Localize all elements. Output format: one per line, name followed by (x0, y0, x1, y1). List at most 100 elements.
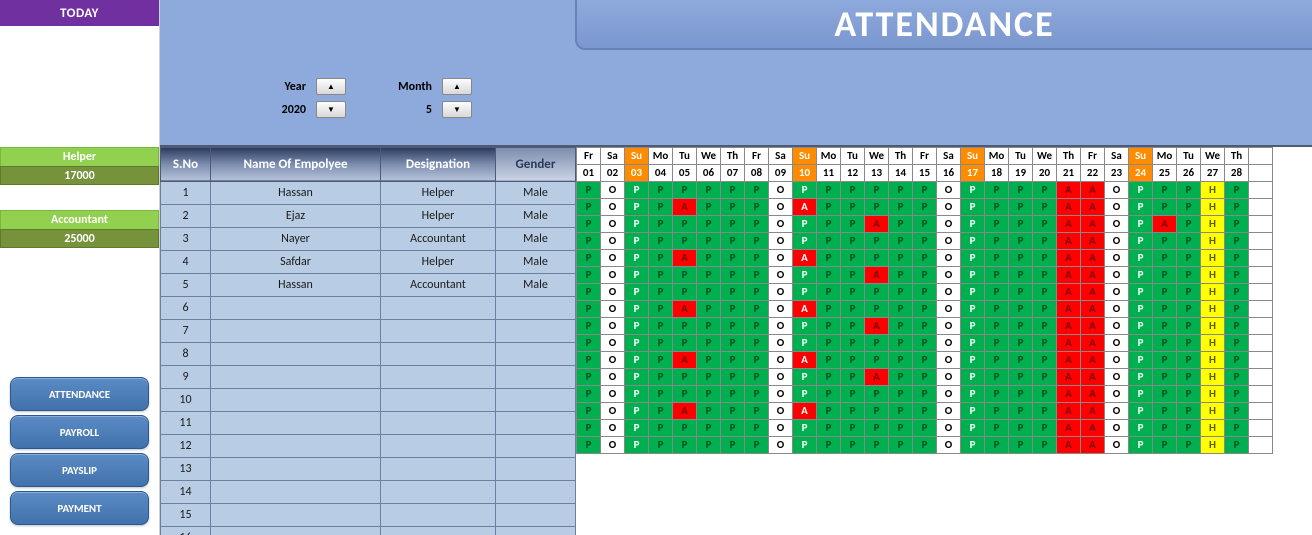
attendance-cell[interactable]: P (1153, 232, 1177, 249)
attendance-cell[interactable]: P (1177, 283, 1201, 300)
attendance-cell[interactable]: P (841, 300, 865, 317)
attendance-cell[interactable]: P (913, 198, 937, 215)
attendance-cell[interactable]: P (577, 351, 601, 368)
attendance-cell[interactable]: O (601, 266, 625, 283)
attendance-cell[interactable]: P (985, 215, 1009, 232)
cell-sno[interactable]: 2 (161, 204, 211, 227)
attendance-cell[interactable]: P (913, 368, 937, 385)
attendance-cell[interactable]: P (913, 317, 937, 334)
attendance-cell[interactable]: P (1009, 351, 1033, 368)
attendance-cell[interactable]: O (769, 283, 793, 300)
attendance-cell[interactable]: A (1057, 368, 1081, 385)
attendance-cell[interactable]: P (961, 385, 985, 402)
attendance-cell[interactable]: A (1057, 283, 1081, 300)
attendance-cell[interactable]: P (745, 402, 769, 419)
cell-sno[interactable]: 1 (161, 181, 211, 204)
attendance-cell[interactable]: P (697, 334, 721, 351)
day-weekday[interactable]: Th (721, 147, 745, 164)
attendance-cell[interactable]: A (1057, 249, 1081, 266)
attendance-cell[interactable]: P (913, 419, 937, 436)
attendance-cell[interactable]: O (601, 351, 625, 368)
day-number[interactable]: 26 (1177, 164, 1201, 181)
attendance-cell[interactable]: P (817, 181, 841, 198)
day-weekday[interactable]: We (865, 147, 889, 164)
header-designation[interactable]: Designation (381, 147, 496, 181)
attendance-cell[interactable]: P (961, 232, 985, 249)
attendance-cell[interactable]: P (1177, 402, 1201, 419)
attendance-cell[interactable]: P (793, 317, 817, 334)
attendance-cell[interactable]: P (1177, 385, 1201, 402)
cell-name[interactable] (211, 342, 381, 365)
attendance-cell[interactable]: A (1081, 300, 1105, 317)
attendance-cell[interactable]: P (889, 351, 913, 368)
day-number[interactable]: 19 (1009, 164, 1033, 181)
day-weekday[interactable]: Mo (649, 147, 673, 164)
attendance-cell[interactable]: P (649, 317, 673, 334)
attendance-cell[interactable]: O (1105, 266, 1129, 283)
attendance-cell[interactable]: A (1057, 317, 1081, 334)
attendance-cell[interactable]: A (793, 402, 817, 419)
attendance-cell[interactable]: P (721, 283, 745, 300)
cell-sno[interactable]: 16 (161, 526, 211, 535)
attendance-cell[interactable]: P (1153, 300, 1177, 317)
attendance-cell[interactable]: A (673, 300, 697, 317)
attendance-cell[interactable] (1249, 300, 1273, 317)
day-number[interactable]: 08 (745, 164, 769, 181)
attendance-cell[interactable]: P (721, 368, 745, 385)
attendance-cell[interactable]: P (721, 436, 745, 453)
attendance-cell[interactable]: H (1201, 402, 1225, 419)
attendance-cell[interactable]: P (697, 317, 721, 334)
table-row[interactable]: 16 (161, 526, 576, 535)
attendance-cell[interactable]: P (961, 249, 985, 266)
attendance-cell[interactable] (1249, 436, 1273, 453)
attendance-cell[interactable] (1249, 317, 1273, 334)
attendance-cell[interactable]: P (1033, 385, 1057, 402)
cell-gender[interactable] (496, 365, 576, 388)
attendance-cell[interactable]: P (985, 436, 1009, 453)
attendance-cell[interactable]: O (937, 368, 961, 385)
attendance-cell[interactable]: A (1081, 351, 1105, 368)
today-button[interactable]: TODAY (0, 0, 159, 26)
attendance-cell[interactable]: P (1009, 198, 1033, 215)
attendance-cell[interactable]: P (745, 266, 769, 283)
attendance-cell[interactable]: P (1129, 198, 1153, 215)
attendance-cell[interactable]: P (745, 181, 769, 198)
attendance-cell[interactable]: P (721, 334, 745, 351)
cell-designation[interactable]: Helper (381, 181, 496, 204)
attendance-cell[interactable]: P (1153, 181, 1177, 198)
cell-gender[interactable] (496, 526, 576, 535)
attendance-cell[interactable]: P (889, 198, 913, 215)
day-weekday[interactable]: Sa (769, 147, 793, 164)
table-row[interactable]: 15 (161, 503, 576, 526)
attendance-cell[interactable]: O (769, 368, 793, 385)
day-weekday[interactable]: Mo (985, 147, 1009, 164)
attendance-cell[interactable]: P (841, 419, 865, 436)
attendance-cell[interactable]: P (817, 334, 841, 351)
cell-name[interactable] (211, 411, 381, 434)
attendance-cell[interactable]: H (1201, 419, 1225, 436)
attendance-cell[interactable]: P (745, 249, 769, 266)
attendance-cell[interactable]: O (937, 300, 961, 317)
day-number[interactable]: 13 (865, 164, 889, 181)
attendance-cell[interactable]: P (697, 351, 721, 368)
day-weekday[interactable]: Mo (817, 147, 841, 164)
cell-sno[interactable]: 12 (161, 434, 211, 457)
attendance-cell[interactable]: P (649, 351, 673, 368)
attendance-cell[interactable]: P (961, 368, 985, 385)
table-row[interactable]: 13 (161, 457, 576, 480)
day-number[interactable]: 01 (577, 164, 601, 181)
cell-sno[interactable]: 11 (161, 411, 211, 434)
table-row[interactable]: 11 (161, 411, 576, 434)
attendance-cell[interactable]: P (1177, 266, 1201, 283)
day-weekday[interactable]: Tu (673, 147, 697, 164)
attendance-cell[interactable]: A (1057, 436, 1081, 453)
day-number[interactable]: 27 (1201, 164, 1225, 181)
attendance-cell[interactable]: P (961, 266, 985, 283)
attendance-cell[interactable]: P (985, 368, 1009, 385)
attendance-cell[interactable]: A (1057, 385, 1081, 402)
attendance-cell[interactable]: O (769, 419, 793, 436)
attendance-cell[interactable]: P (913, 215, 937, 232)
attendance-cell[interactable]: H (1201, 198, 1225, 215)
cell-designation[interactable] (381, 434, 496, 457)
attendance-cell[interactable]: A (1081, 419, 1105, 436)
